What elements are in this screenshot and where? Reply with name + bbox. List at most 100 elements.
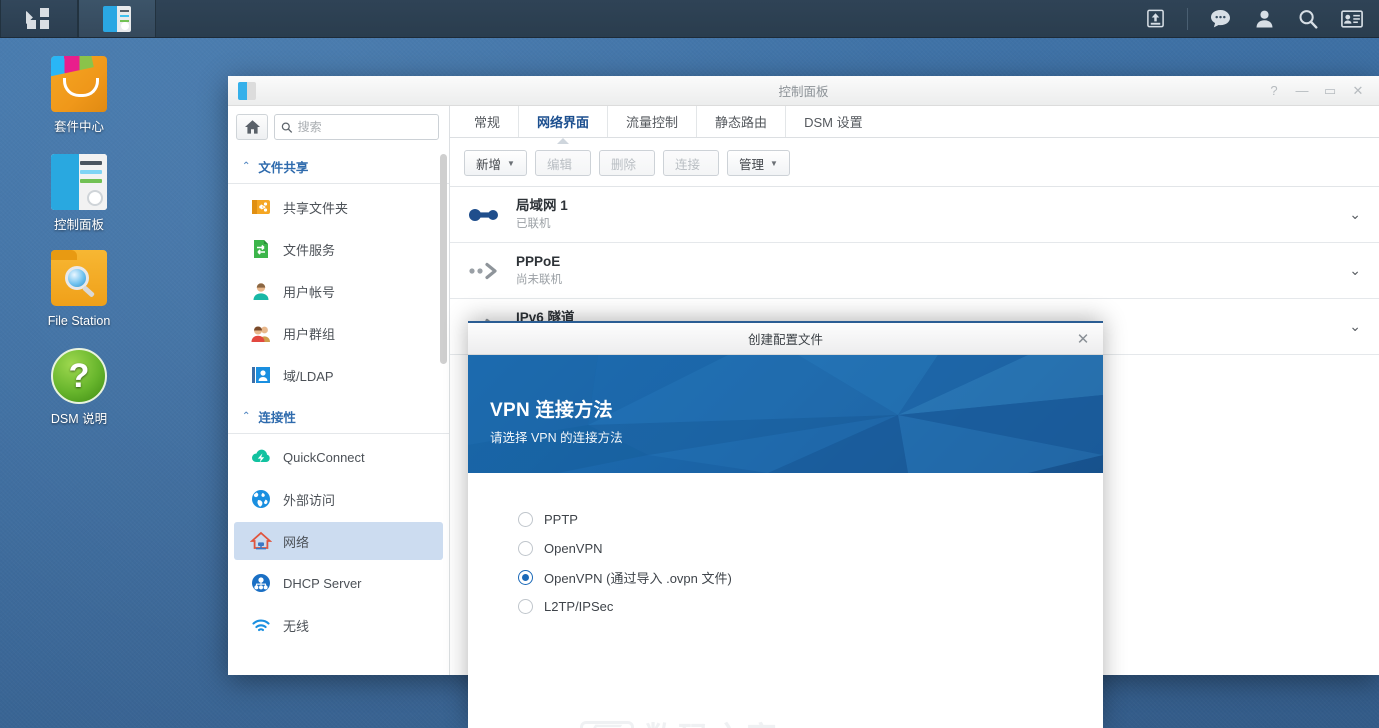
chevron-up-icon: ⌃ (242, 161, 251, 172)
edit-button[interactable]: 编辑 (534, 150, 591, 176)
interface-info: PPPoE 尚未联机 (516, 253, 1335, 288)
radio-option-openvpn-import[interactable]: OpenVPN (通过导入 .ovpn 文件) (518, 563, 1103, 592)
manage-button[interactable]: 管理 ▼ (726, 150, 790, 176)
connect-button[interactable]: 连接 (662, 150, 719, 176)
desktop-icon-label: 控制面板 (53, 218, 104, 232)
control-panel-icon (51, 154, 107, 210)
sidebar-group-label: 连接性 (258, 411, 296, 425)
dialog-body: PPTP OpenVPN OpenVPN (通过导入 .ovpn 文件) L2T… (468, 473, 1103, 728)
tab-static-route[interactable]: 静态路由 (697, 106, 787, 137)
create-button-label: 新增 (476, 157, 502, 172)
notification-icon[interactable] (1333, 0, 1371, 38)
user-group-icon (250, 322, 272, 344)
tab-dsm-settings[interactable]: DSM 设置 (786, 106, 881, 137)
sidebar-item-label: 外部访问 (283, 492, 336, 508)
sidebar-group-connectivity[interactable]: ⌃ 连接性 (228, 400, 449, 434)
home-icon (244, 120, 260, 134)
chevron-down-icon[interactable]: ⌄ (1349, 318, 1361, 335)
help-icon: ? (51, 348, 107, 404)
search-icon[interactable] (1289, 0, 1327, 38)
taskbar (0, 0, 1379, 38)
sidebar-item-user-group[interactable]: 用户群组 (234, 314, 443, 352)
interface-toolbar: 新增 ▼ 编辑 删除 连接 管理 ▼ (450, 138, 1379, 186)
lan-connected-icon (466, 206, 502, 224)
radio-option-openvpn[interactable]: OpenVPN (518, 534, 1103, 563)
tab-general[interactable]: 常规 (456, 106, 520, 137)
desktop-icon-file-station[interactable]: File Station (24, 250, 134, 329)
dialog-banner: VPN 连接方法 请选择 VPN 的连接方法 (468, 355, 1103, 473)
interface-info: 局域网 1 已联机 (516, 197, 1335, 232)
chevron-down-icon: ▼ (769, 158, 778, 168)
desktop-icon-dsm-help[interactable]: ? DSM 说明 (24, 348, 134, 427)
search-input[interactable] (297, 120, 432, 134)
sidebar-item-label: 无线 (283, 618, 310, 634)
chevron-down-icon[interactable]: ⌄ (1349, 206, 1361, 223)
tab-bar: 常规 网络界面 流量控制 静态路由 DSM 设置 (450, 106, 1379, 138)
disconnected-icon (466, 262, 502, 280)
taskbar-app-control-panel[interactable] (78, 0, 156, 37)
chevron-down-icon: ▼ (507, 158, 515, 168)
sidebar-item-label: 用户群组 (283, 326, 336, 342)
dialog-titlebar: 创建配置文件 ✕ (468, 323, 1103, 355)
desktop-icon-package-center[interactable]: 套件中心 (24, 56, 134, 135)
radio-option-l2tp-ipsec[interactable]: L2TP/IPSec (518, 592, 1103, 621)
quickconnect-icon (250, 446, 272, 468)
chevron-up-icon: ⌃ (242, 411, 251, 422)
sidebar: ⌃ 文件共享 (228, 106, 450, 675)
interface-name: 局域网 1 (516, 198, 568, 213)
chevron-down-icon[interactable]: ⌄ (1349, 262, 1361, 279)
sidebar-item-file-services[interactable]: 文件服务 (234, 230, 443, 268)
sidebar-group-file-sharing[interactable]: ⌃ 文件共享 (228, 150, 449, 184)
chat-icon[interactable] (1201, 0, 1239, 38)
file-services-icon (250, 238, 272, 260)
sidebar-item-wireless[interactable]: 无线 (234, 606, 443, 644)
external-access-icon (250, 488, 272, 510)
radio-button[interactable] (518, 599, 533, 614)
shared-folder-icon (250, 196, 272, 218)
sidebar-item-user-account[interactable]: 用户帐号 (234, 272, 443, 310)
radio-option-pptp[interactable]: PPTP (518, 505, 1103, 534)
sidebar-item-label: 共享文件夹 (283, 200, 349, 216)
desktop-icon-label: File Station (47, 314, 111, 328)
sidebar-item-shared-folder[interactable]: 共享文件夹 (234, 188, 443, 226)
network-icon (249, 530, 273, 552)
file-station-icon (51, 250, 107, 306)
sidebar-item-dhcp-server[interactable]: DHCP Server (234, 564, 443, 602)
radio-button[interactable] (518, 541, 533, 556)
sidebar-item-external-access[interactable]: 外部访问 (234, 480, 443, 518)
tab-traffic-control[interactable]: 流量控制 (608, 106, 698, 137)
watermark-logo-icon: D (580, 721, 634, 728)
sidebar-scrollbar[interactable] (440, 154, 447, 364)
window-titlebar[interactable]: 控制面板 ? — ▭ ✕ (228, 76, 1379, 106)
radio-label: OpenVPN (通过导入 .ovpn 文件) (544, 571, 732, 586)
sidebar-item-label: 文件服务 (283, 242, 336, 258)
desktop-icon-control-panel[interactable]: 控制面板 (24, 154, 134, 233)
sidebar-group-label: 文件共享 (258, 161, 309, 175)
radio-button[interactable] (518, 512, 533, 527)
desktop-icon-label: 套件中心 (53, 120, 104, 134)
tab-network-interface[interactable]: 网络界面 (519, 106, 609, 137)
table-row[interactable]: 局域网 1 已联机 ⌄ (450, 187, 1379, 243)
user-icon[interactable] (1245, 0, 1283, 38)
watermark-text-cn: 数码之家 (644, 723, 780, 728)
control-panel-icon (103, 5, 131, 32)
delete-button[interactable]: 删除 (598, 150, 655, 176)
search-box[interactable] (274, 114, 439, 140)
sidebar-item-network[interactable]: 网络 (234, 522, 443, 560)
table-row[interactable]: PPPoE 尚未联机 ⌄ (450, 243, 1379, 299)
sidebar-item-label: 网络 (283, 534, 310, 550)
create-button[interactable]: 新增 ▼ (464, 150, 527, 176)
user-account-icon (250, 280, 272, 302)
package-center-icon (51, 56, 107, 112)
main-menu-button[interactable] (0, 0, 78, 37)
dhcp-server-icon (250, 572, 272, 594)
sidebar-item-quickconnect[interactable]: QuickConnect (234, 438, 443, 476)
sidebar-item-label: 用户帐号 (283, 284, 336, 300)
radio-label: L2TP/IPSec (544, 599, 614, 614)
create-profile-dialog: 创建配置文件 ✕ VPN 连接方法 请选择 VPN 的连接方法 PPTP Ope… (468, 321, 1103, 728)
sidebar-item-label: DHCP Server (283, 575, 362, 591)
home-button[interactable] (236, 114, 268, 140)
sidebar-item-domain-ldap[interactable]: 域/LDAP (234, 356, 443, 394)
upload-icon[interactable] (1136, 0, 1174, 38)
radio-button-selected[interactable] (518, 570, 533, 585)
